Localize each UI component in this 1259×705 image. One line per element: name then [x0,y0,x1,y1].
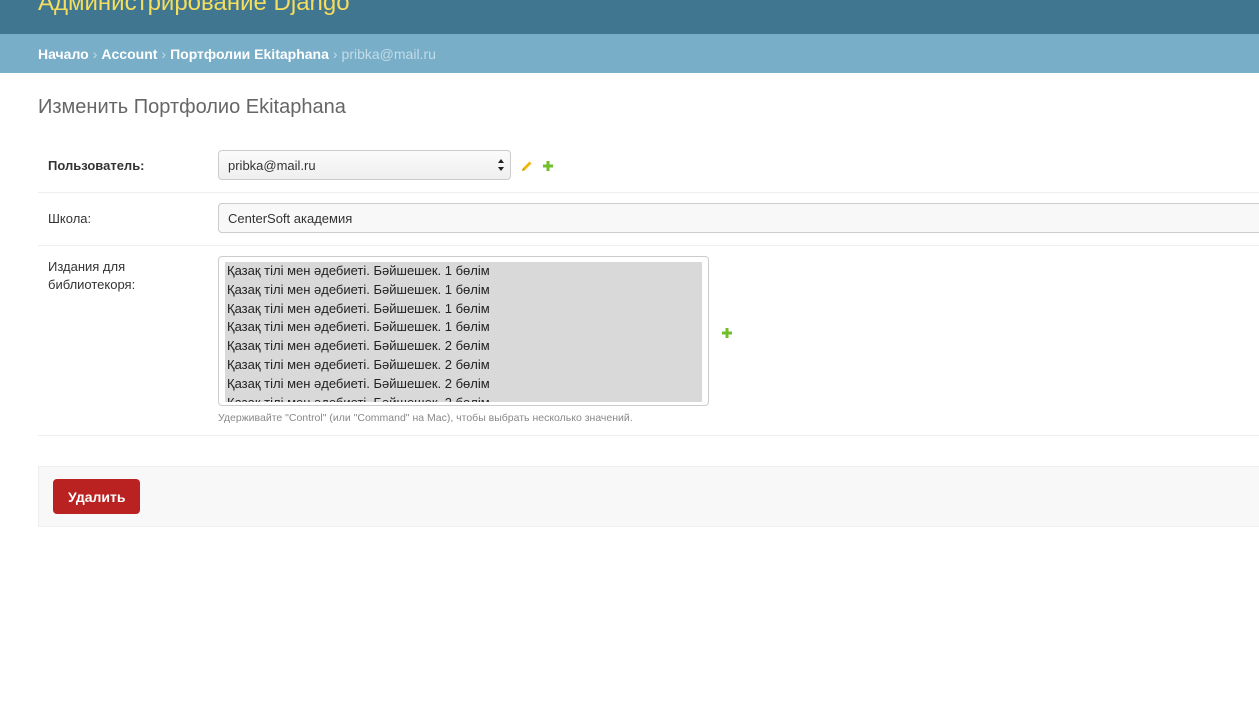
header: Администрирование Django [0,0,1259,34]
school-input-value: CenterSoft академия [228,210,353,226]
school-input[interactable]: CenterSoft академия [218,203,1259,233]
site-title[interactable]: Администрирование Django [38,0,350,18]
user-select[interactable]: pribka@mail.ru [218,150,511,180]
breadcrumb-separator: › [332,45,338,62]
pencil-icon[interactable] [520,159,534,173]
page-title: Изменить Портфолио Ekitaphana [38,96,346,118]
books-option[interactable]: Қазақ тілі мен әдебиеті. Бәйшешек. 2 бөл… [227,337,700,356]
breadcrumb-home[interactable]: Начало [38,46,89,62]
books-option[interactable]: Қазақ тілі мен әдебиеті. Бәйшешек. 2 бөл… [227,375,700,394]
user-select-value: pribka@mail.ru [228,157,316,173]
books-option[interactable]: Қазақ тілі мен әдебиеті. Бәйшешек. 2 бөл… [227,356,700,375]
submit-row: Удалить [38,466,1259,527]
breadcrumb-current: pribka@mail.ru [341,45,436,62]
breadcrumb-separator: › [92,45,98,62]
breadcrumb-portfolios[interactable]: Портфолии Ekitaphana [170,46,329,62]
books-option[interactable]: Қазақ тілі мен әдебиеті. Бәйшешек. 2 бөл… [227,394,700,402]
user-label: Пользователь: [48,158,145,173]
books-help-text: Удерживайте "Control" (или "Command" на … [218,412,633,424]
breadcrumb-separator: › [161,45,167,62]
books-option[interactable]: Қазақ тілі мен әдебиеті. Бәйшешек. 1 бөл… [227,281,700,300]
plus-icon[interactable] [541,159,555,173]
books-option-list: Қазақ тілі мен әдебиеті. Бәйшешек. 1 бөл… [225,262,702,402]
books-option[interactable]: Қазақ тілі мен әдебиеті. Бәйшешек. 1 бөл… [227,318,700,337]
plus-icon[interactable] [720,326,734,340]
form-row-books: Издания для библиотекоря: Қазақ тілі мен… [38,246,1259,436]
books-option[interactable]: Қазақ тілі мен әдебиеті. Бәйшешек. 1 бөл… [227,262,700,281]
delete-button[interactable]: Удалить [53,479,141,514]
form-row-school: Школа: CenterSoft академия [38,193,1259,246]
school-label: Школа: [48,211,92,226]
breadcrumb: Начало › Account › Портфолии Ekitaphana … [0,34,1259,73]
books-multiselect[interactable]: Қазақ тілі мен әдебиеті. Бәйшешек. 1 бөл… [218,256,709,406]
select-arrows-icon [498,159,504,171]
breadcrumb-account[interactable]: Account [101,46,157,62]
form-row-user: Пользователь: pribka@mail.ru [38,140,1259,193]
books-label: Издания для библиотекоря: [48,259,136,292]
books-option[interactable]: Қазақ тілі мен әдебиеті. Бәйшешек. 1 бөл… [227,300,700,319]
